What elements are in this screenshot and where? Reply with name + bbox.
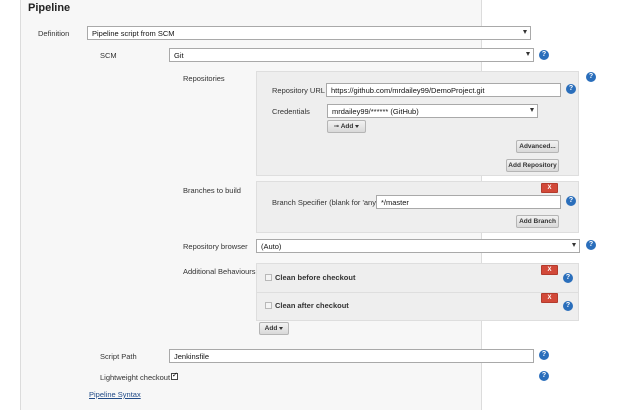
- delete-branch-button[interactable]: X: [541, 183, 558, 193]
- help-icon[interactable]: ?: [539, 371, 549, 381]
- add-credentials-label: Add: [340, 123, 354, 130]
- definition-select[interactable]: Pipeline script from SCM: [87, 26, 531, 40]
- branch-specifier-input[interactable]: */master: [376, 195, 561, 209]
- repository-browser-label: Repository browser: [183, 242, 248, 251]
- add-branch-button[interactable]: Add Branch: [516, 215, 559, 228]
- credentials-value: mrdailey99/****** (GitHub): [332, 107, 419, 116]
- advanced-button[interactable]: Advanced...: [516, 140, 559, 153]
- repositories-label: Repositories: [183, 74, 225, 83]
- branches-label: Branches to build: [183, 186, 241, 195]
- key-icon: ⊸: [333, 123, 340, 130]
- clean-after-label: Clean after checkout: [275, 301, 349, 310]
- scm-value: Git: [174, 51, 184, 60]
- repository-url-input[interactable]: https://github.com/mrdailey99/DemoProjec…: [326, 83, 561, 97]
- delete-behaviour-button[interactable]: X: [541, 265, 558, 275]
- behaviours-divider: [257, 292, 578, 293]
- chevron-down-icon: [572, 243, 576, 247]
- repository-browser-select[interactable]: (Auto): [256, 239, 580, 253]
- help-icon[interactable]: ?: [563, 273, 573, 283]
- chevron-down-icon: [355, 124, 360, 128]
- definition-label: Definition: [38, 29, 70, 38]
- scm-label: SCM: [100, 51, 117, 60]
- add-behaviour-label: Add: [264, 325, 278, 332]
- section-title: Pipeline: [28, 2, 71, 14]
- help-icon[interactable]: ?: [539, 350, 549, 360]
- add-behaviour-button[interactable]: Add: [259, 322, 289, 335]
- clean-before-label: Clean before checkout: [275, 273, 356, 282]
- help-icon[interactable]: ?: [566, 196, 576, 206]
- chevron-down-icon: [526, 52, 530, 56]
- lightweight-checkout-label: Lightweight checkout: [100, 373, 171, 382]
- delete-behaviour-button[interactable]: X: [541, 293, 558, 303]
- pipeline-syntax-link[interactable]: Pipeline Syntax: [89, 390, 141, 399]
- chevron-down-icon: [279, 326, 284, 330]
- credentials-label: Credentials: [272, 107, 310, 116]
- help-icon[interactable]: ?: [566, 84, 576, 94]
- clean-before-checkbox[interactable]: [265, 274, 272, 281]
- scm-select[interactable]: Git: [169, 48, 534, 62]
- additional-behaviours-label: Additional Behaviours: [183, 267, 256, 276]
- help-icon[interactable]: ?: [586, 72, 596, 82]
- script-path-label: Script Path: [100, 352, 137, 361]
- definition-value: Pipeline script from SCM: [92, 29, 175, 38]
- help-icon[interactable]: ?: [586, 240, 596, 250]
- script-path-input[interactable]: Jenkinsfile: [169, 349, 534, 363]
- repository-url-label: Repository URL: [272, 86, 325, 95]
- credentials-select[interactable]: mrdailey99/****** (GitHub): [327, 104, 538, 118]
- repository-browser-value: (Auto): [261, 242, 282, 251]
- add-credentials-button[interactable]: ⊸ Add: [327, 120, 366, 133]
- add-repository-button[interactable]: Add Repository: [506, 159, 559, 172]
- chevron-down-icon: [523, 30, 527, 34]
- chevron-down-icon: [530, 108, 534, 112]
- help-icon[interactable]: ?: [563, 301, 573, 311]
- help-icon[interactable]: ?: [539, 50, 549, 60]
- clean-after-checkbox[interactable]: [265, 302, 272, 309]
- lightweight-checkout-checkbox[interactable]: [171, 371, 178, 380]
- branch-specifier-label: Branch Specifier (blank for 'any'): [272, 198, 380, 207]
